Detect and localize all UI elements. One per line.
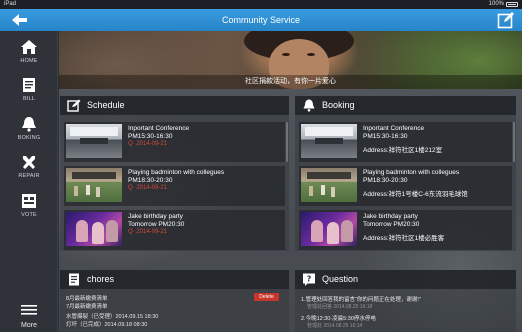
sidebar-item-home[interactable]: HOME bbox=[0, 39, 58, 64]
question-meta: 管理处 2014.08.25 16:14 bbox=[307, 323, 363, 329]
promo-banner[interactable]: 社区捐款活动，有你一片爱心 bbox=[59, 31, 522, 89]
item-note: Q· 2014-09-21 bbox=[128, 141, 168, 147]
item-address: Address:祥符社区1楼必胜客 bbox=[363, 235, 445, 242]
conference-room-thumbnail bbox=[301, 124, 357, 158]
question-item[interactable]: 1.管理处回答我的留言“你的问题正在处理，谢谢!” bbox=[301, 295, 421, 303]
bell-icon bbox=[22, 117, 36, 132]
item-title: Jake birthday party bbox=[128, 213, 183, 220]
question-header: ? Question bbox=[295, 270, 516, 289]
item-time: Tomorrow PM20:30 bbox=[363, 221, 420, 228]
badminton-thumbnail bbox=[301, 168, 357, 202]
item-title: Playing badminton with collegues bbox=[128, 169, 225, 176]
chore-item[interactable]: 7月最新缴费清单 bbox=[66, 302, 108, 310]
edit-icon bbox=[67, 99, 81, 112]
schedule-item[interactable]: Inportant Conference PM15:30-16:30 Q· 20… bbox=[64, 122, 285, 162]
chores-panel: chores 8月最新缴费清单 7月最新缴费清单 水管爆裂（已受理）2014.0… bbox=[60, 270, 289, 332]
page-title: Community Service bbox=[221, 15, 301, 25]
battery-percent: 100% bbox=[488, 1, 504, 7]
chores-header: chores bbox=[60, 270, 289, 289]
chore-item[interactable]: 灯坏（已完成）2014.09.18 08:30 bbox=[66, 320, 147, 328]
schedule-item[interactable]: Playing badminton with collegues PM18:30… bbox=[64, 166, 285, 206]
sidebar-item-booking[interactable]: BOKING bbox=[0, 116, 58, 141]
badminton-thumbnail bbox=[66, 168, 122, 202]
battery-icon bbox=[506, 2, 518, 7]
sidebar-item-bill[interactable]: BILL bbox=[0, 77, 58, 102]
question-panel: ? Question 1.管理处回答我的留言“你的问题正在处理，谢谢!” 管理处… bbox=[295, 270, 516, 332]
menu-icon bbox=[21, 305, 37, 315]
item-address: Address:祥符社区1楼212室 bbox=[363, 147, 443, 154]
item-time: PM15:30-16:30 bbox=[363, 133, 408, 140]
booking-title: Booking bbox=[322, 100, 355, 110]
item-title: Inportant Conference bbox=[363, 125, 425, 132]
item-time: PM15:30-16:30 bbox=[128, 133, 173, 140]
edit-icon[interactable] bbox=[497, 11, 515, 29]
tools-icon bbox=[23, 156, 35, 169]
schedule-header: Schedule bbox=[60, 96, 289, 115]
scrollbar[interactable] bbox=[286, 122, 288, 162]
item-note: Q· 2014-09-21 bbox=[128, 229, 168, 235]
more-label: More bbox=[21, 322, 37, 329]
conference-room-thumbnail bbox=[66, 124, 122, 158]
item-address: Address:祥符1号楼C-6东流羽毛球馆 bbox=[363, 191, 468, 198]
more-button[interactable]: More bbox=[0, 302, 58, 329]
party-thumbnail bbox=[301, 212, 357, 246]
party-thumbnail bbox=[66, 212, 122, 246]
sidebar-item-label: VOTE bbox=[21, 212, 37, 218]
title-bar: Community Service bbox=[0, 9, 522, 31]
booking-item[interactable]: Playing badminton with collegues PM18:30… bbox=[299, 166, 512, 206]
banner-caption: 社区捐款活动，有你一片爱心 bbox=[59, 75, 522, 89]
home-icon bbox=[21, 40, 37, 54]
sidebar-item-repair[interactable]: REPAIR bbox=[0, 154, 58, 179]
sidebar-item-vote[interactable]: VOTE bbox=[0, 193, 58, 218]
bill-icon bbox=[69, 273, 79, 286]
delete-button[interactable]: Delete bbox=[254, 293, 279, 301]
item-note: Q· 2014-09-21 bbox=[128, 185, 168, 191]
sidebar-item-label: HOME bbox=[20, 58, 38, 64]
item-time: PM18:30-20:30 bbox=[128, 177, 173, 184]
bill-icon bbox=[23, 78, 35, 92]
status-bar: iPad 100% bbox=[0, 0, 522, 9]
device-label: iPad bbox=[4, 1, 17, 7]
sidebar-item-label: BOKING bbox=[17, 135, 41, 141]
chore-item[interactable]: 8月最新缴费清单 bbox=[66, 294, 108, 302]
sidebar-item-label: REPAIR bbox=[18, 173, 40, 179]
sidebar: HOME BILL BOKING REPAIR VOTE More bbox=[0, 31, 58, 332]
sidebar-item-label: BILL bbox=[22, 96, 36, 102]
bell-icon bbox=[303, 99, 315, 112]
scrollbar[interactable] bbox=[513, 122, 515, 162]
booking-item[interactable]: Inportant Conference PM15:30-16:30 Addre… bbox=[299, 122, 512, 162]
schedule-panel: Schedule Inportant Conference PM15:30-16… bbox=[60, 96, 289, 251]
vote-icon bbox=[22, 194, 36, 208]
question-meta: 管理处回答 2014.08.25 16:18 bbox=[307, 304, 373, 310]
booking-item[interactable]: Jake birthday party Tomorrow PM20:30 Add… bbox=[299, 210, 512, 250]
svg-text:?: ? bbox=[307, 275, 312, 284]
item-title: Playing badminton with collegues bbox=[363, 169, 460, 176]
booking-panel: Booking Inportant Conference PM15:30-16:… bbox=[295, 96, 516, 251]
item-time: PM18:30-20:30 bbox=[363, 177, 408, 184]
chores-title: chores bbox=[87, 274, 115, 284]
question-title: Question bbox=[322, 274, 359, 284]
booking-header: Booking bbox=[295, 96, 516, 115]
question-item[interactable]: 2.今晚12:30-凌晨5:30停水停电 bbox=[301, 314, 376, 322]
item-title: Jake birthday party bbox=[363, 213, 418, 220]
question-icon: ? bbox=[303, 273, 315, 286]
schedule-item[interactable]: Jake birthday party Tomorrow PM20:30 Q· … bbox=[64, 210, 285, 250]
chore-item[interactable]: 水管爆裂（已受理）2014.09.15 18:30 bbox=[66, 312, 158, 320]
item-title: Inportant Conference bbox=[128, 125, 190, 132]
schedule-title: Schedule bbox=[87, 100, 125, 110]
item-time: Tomorrow PM20:30 bbox=[128, 221, 185, 228]
